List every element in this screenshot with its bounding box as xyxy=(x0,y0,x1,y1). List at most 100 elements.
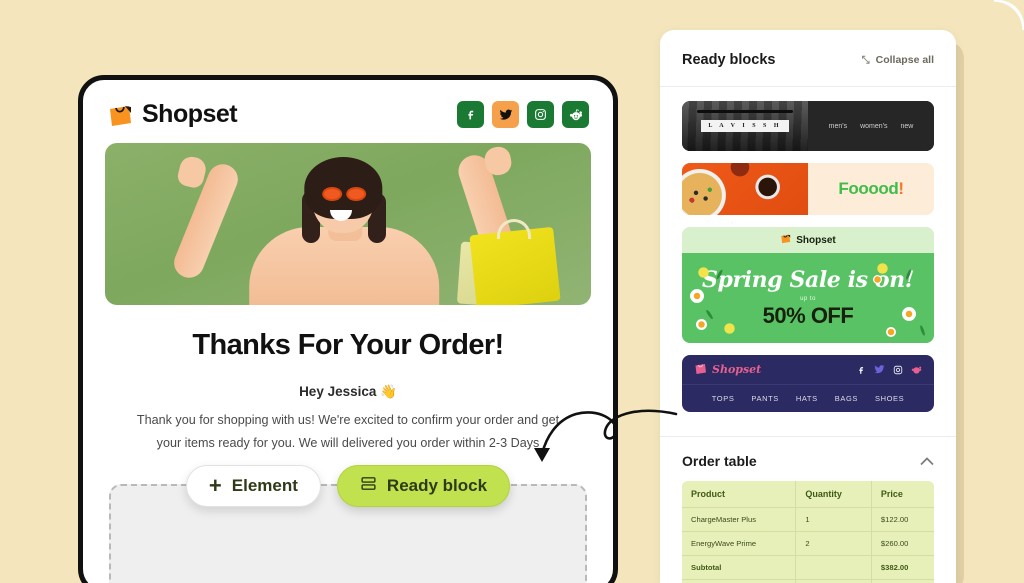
facebook-icon[interactable] xyxy=(457,101,484,128)
clothes-rail-icon xyxy=(697,110,793,113)
lavissh-nav-item[interactable]: men's xyxy=(829,123,847,130)
fooood-word: Fooood xyxy=(838,179,899,198)
collapse-all-label: Collapse all xyxy=(875,54,934,66)
email-header: Shopset xyxy=(83,80,613,143)
table-row: ChargeMaster Plus 1 $122.00 xyxy=(682,507,934,532)
order-table-title: Order table xyxy=(682,453,757,469)
annotation-arrow-icon xyxy=(534,409,678,462)
reddit-icon[interactable] xyxy=(911,364,922,375)
hero-bag-handle xyxy=(497,219,531,239)
daisy-icon xyxy=(696,319,707,330)
cell-quantity: 1 xyxy=(795,507,872,532)
flower-icon xyxy=(698,267,709,278)
cell-product: Discount xyxy=(682,579,797,583)
plus-icon: + xyxy=(208,473,222,498)
cell-price: $260.00 xyxy=(871,531,934,556)
instagram-icon[interactable] xyxy=(527,101,554,128)
cell-quantity xyxy=(795,579,872,583)
cell-quantity: 2 xyxy=(795,531,872,556)
cell-price: -10.00 xyxy=(871,579,934,583)
lavissh-nav-item[interactable]: new xyxy=(901,123,914,130)
cell-product: Subtotal xyxy=(682,555,797,580)
lavissh-photo: L A V I S S H xyxy=(682,101,808,151)
collapse-all-button[interactable]: ⤡ Collapse all xyxy=(862,54,934,66)
navy-nav-item[interactable]: TOPS xyxy=(712,394,735,403)
panel-header: Ready blocks ⤡ Collapse all xyxy=(660,30,956,87)
facebook-icon[interactable] xyxy=(856,365,866,375)
collapse-icon: ⤡ xyxy=(861,54,870,66)
cell-price: $122.00 xyxy=(871,507,934,532)
daisy-icon xyxy=(886,327,896,337)
cell-price: $382.00 xyxy=(871,555,934,580)
navy-nav-item[interactable]: SHOES xyxy=(875,394,904,403)
table-header-row: Product Quantity Price xyxy=(682,481,934,508)
column-header-product: Product xyxy=(682,481,797,508)
chevron-up-icon[interactable] xyxy=(920,454,934,469)
panel-title: Ready blocks xyxy=(682,52,776,68)
add-element-label: Element xyxy=(231,476,298,495)
spring-body: Spring Sale is on! up to 50% OFF xyxy=(682,253,934,343)
cell-product: EnergyWave Prime xyxy=(682,531,797,556)
hero-image xyxy=(105,143,591,305)
order-table: Product Quantity Price ChargeMaster Plus… xyxy=(682,481,934,583)
spring-brand-name: Shopset xyxy=(796,234,836,246)
cell-quantity xyxy=(795,555,872,580)
email-editor-frame: Shopset Thanks For Your Order! Hey Jessi… xyxy=(78,75,618,583)
twitter-icon[interactable] xyxy=(874,364,885,375)
add-element-button[interactable]: + Element xyxy=(185,465,321,507)
navy-nav-item[interactable]: PANTS xyxy=(751,394,778,403)
lavissh-wordmark: L A V I S S H xyxy=(701,120,789,132)
blocks-list: L A V I S S H men's women's new Fooood! xyxy=(660,87,956,436)
fooood-accent: ! xyxy=(898,179,904,198)
spring-discount: 50% OFF xyxy=(762,303,854,328)
lavissh-nav-item[interactable]: women's xyxy=(860,123,887,130)
daisy-icon xyxy=(873,275,882,284)
ready-block-label: Ready block xyxy=(386,476,488,495)
lavissh-nav: men's women's new xyxy=(808,101,934,151)
column-header-quantity: Quantity xyxy=(795,481,872,508)
block-fooood-banner[interactable]: Fooood! xyxy=(682,163,934,215)
navy-top-bar: Shopset xyxy=(682,355,934,385)
order-table-section-header[interactable]: Order table xyxy=(660,436,956,481)
spring-upto-label: up to xyxy=(800,296,816,302)
leaf-icon xyxy=(705,309,714,320)
daisy-icon xyxy=(902,307,916,321)
reddit-icon[interactable] xyxy=(562,101,589,128)
table-row-subtotal: Subtotal $382.00 xyxy=(682,555,934,580)
brand-lockup: Shopset xyxy=(107,100,238,129)
food-photo xyxy=(682,163,808,215)
brand-name: Shopset xyxy=(142,100,238,128)
navy-brand: Shopset xyxy=(694,362,761,378)
block-spring-sale[interactable]: Shopset Spring Sale is on! up to 50% OFF xyxy=(682,227,934,343)
flower-icon xyxy=(877,263,888,274)
daisy-icon xyxy=(690,289,704,303)
social-links xyxy=(457,101,589,128)
leaf-icon xyxy=(919,324,926,337)
navy-socials xyxy=(856,364,922,375)
hero-sunglasses-icon xyxy=(320,186,368,201)
shopping-bag-icon xyxy=(107,102,133,128)
page-canvas: Shopset Thanks For Your Order! Hey Jessi… xyxy=(0,0,1024,583)
ready-block-button[interactable]: Ready block xyxy=(336,465,511,507)
navy-nav-item[interactable]: BAGS xyxy=(835,394,858,403)
email-headline: Thanks For Your Order! xyxy=(192,329,504,361)
block-lavissh-header[interactable]: L A V I S S H men's women's new xyxy=(682,101,934,151)
cell-product: ChargeMaster Plus xyxy=(682,507,797,532)
spring-brand-bar: Shopset xyxy=(682,227,934,253)
column-header-price: Price xyxy=(871,481,934,508)
table-row-discount: Discount -10.00 xyxy=(682,579,934,583)
shopping-bag-icon xyxy=(694,362,707,378)
instagram-icon[interactable] xyxy=(893,365,903,375)
navy-brand-name: Shopset xyxy=(712,363,762,376)
shopping-bag-icon xyxy=(780,231,791,249)
canvas-corner xyxy=(994,0,1024,30)
table-row: EnergyWave Prime 2 $260.00 xyxy=(682,531,934,556)
navy-nav-item[interactable]: HATS xyxy=(796,394,818,403)
order-table-wrap: Product Quantity Price ChargeMaster Plus… xyxy=(660,481,956,583)
twitter-icon[interactable] xyxy=(492,101,519,128)
flower-icon xyxy=(724,323,735,334)
ready-blocks-panel: Ready blocks ⤡ Collapse all L A V I S S … xyxy=(660,30,956,583)
navy-nav-list: TOPS PANTS HATS BAGS SHOES xyxy=(682,385,934,412)
block-navy-nav[interactable]: Shopset TOPS PANTS HATS BAGS SHOES xyxy=(682,355,934,412)
blocks-icon xyxy=(360,475,377,497)
